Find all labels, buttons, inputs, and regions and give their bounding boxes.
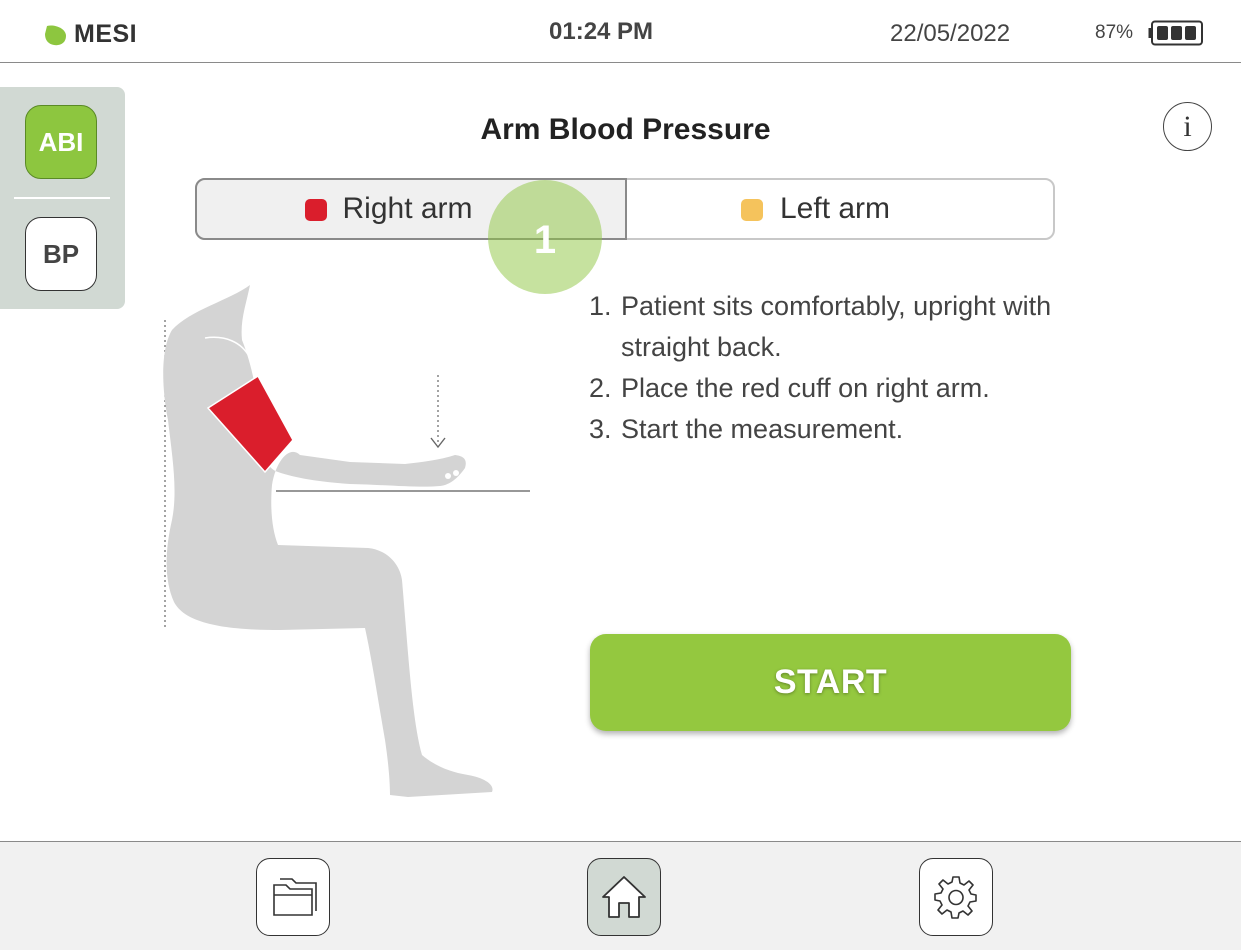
bottom-nav [0, 841, 1241, 950]
mesi-logo-icon [45, 24, 66, 45]
battery-icon [1148, 20, 1203, 46]
mode-bp-button[interactable]: BP [25, 217, 97, 291]
instruction-item: 1. Patient sits comfortably, upright wit… [589, 291, 1052, 362]
battery-percent: 87% [1095, 22, 1134, 43]
right-arm-color-swatch [304, 198, 327, 221]
info-icon[interactable]: i [1163, 102, 1212, 151]
instructions-list: 1. Patient sits comfortably, upright wit… [589, 286, 1109, 450]
left-arm-color-swatch [741, 199, 763, 221]
mode-divider [14, 197, 110, 199]
folder-icon [273, 878, 317, 916]
right-arm-label: Right arm [342, 191, 473, 225]
step-badge: 1 [488, 180, 602, 294]
instruction-item: 2. Place the red cuff on right arm. [589, 373, 990, 403]
left-arm-tab[interactable]: Left arm [627, 180, 1055, 237]
records-button[interactable] [256, 858, 330, 936]
brand-name: MESI [74, 20, 138, 48]
settings-button[interactable] [919, 858, 993, 936]
gear-icon [934, 876, 977, 919]
seated-patient-illustration [163, 285, 530, 797]
home-button[interactable] [587, 858, 661, 936]
brand: MESI [44, 20, 137, 49]
arm-selector: Right arm Left arm [194, 177, 1055, 240]
date: 22/05/2022 [890, 20, 1011, 47]
left-arm-label: Left arm [780, 192, 891, 225]
clock: 01:24 PM [549, 18, 654, 45]
page-title: Arm Blood Pressure [480, 113, 771, 146]
home-icon [602, 876, 646, 918]
instruction-item: 3. Start the measurement. [589, 414, 904, 444]
start-button[interactable]: START [590, 634, 1071, 731]
status-bar: MESI 01:24 PM 22/05/2022 87% [0, 0, 1241, 63]
